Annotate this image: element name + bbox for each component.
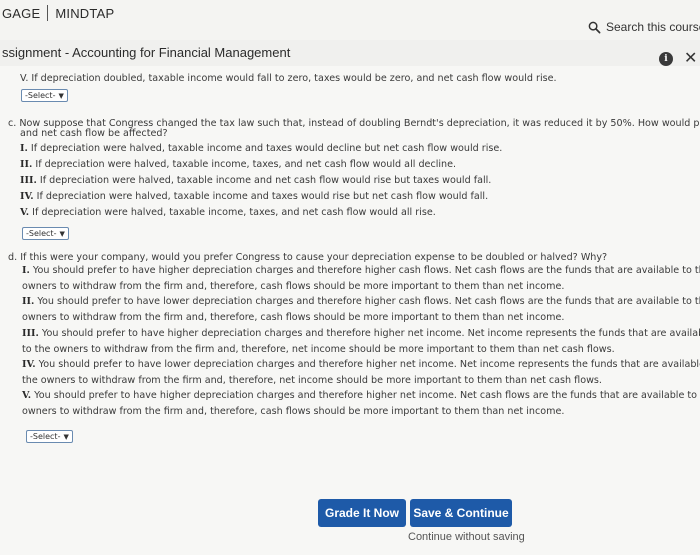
part-d-option-cont: owners to withdraw from the firm and, th… (22, 312, 565, 323)
part-d-question: d. If this were your company, would you … (8, 252, 608, 263)
search-label: Search this course (606, 20, 700, 34)
grade-it-now-button[interactable]: Grade It Now (318, 499, 406, 527)
brand-left: GAGE (2, 5, 41, 21)
brand-right: MINDTAP (55, 5, 115, 21)
part-c-option: II. If depreciation were halved, taxable… (20, 159, 457, 170)
part-d-option-cont: owners to withdraw from the firm and, th… (22, 406, 565, 417)
close-icon[interactable]: ✕ (684, 48, 697, 67)
part-d-option-cont: owners to withdraw from the firm and, th… (22, 281, 565, 292)
search-course[interactable]: Search this course (588, 20, 700, 34)
chevron-down-icon: ▼ (58, 91, 64, 100)
part-c-question-line-2: and net cash flow be affected? (20, 128, 168, 139)
top-bar: GAGE MINDTAP Search this course (0, 0, 700, 40)
brand-separator (47, 5, 49, 21)
brand-logo[interactable]: GAGE MINDTAP (2, 5, 114, 21)
chevron-down-icon: ▼ (63, 432, 69, 441)
part-c-option: III. If depreciation were halved, taxabl… (20, 175, 492, 186)
part-d-option: V. You should prefer to have higher depr… (22, 390, 700, 401)
part-c-select[interactable]: -Select- ▼ (22, 227, 69, 240)
save-continue-button[interactable]: Save & Continue (410, 499, 512, 527)
part-c-option: I. If depreciation were halved, taxable … (20, 143, 503, 154)
part-d-select[interactable]: -Select- ▼ (26, 430, 73, 443)
info-icon[interactable]: i (659, 52, 673, 66)
part-b-option-v: V. If depreciation doubled, taxable inco… (20, 73, 557, 84)
part-d-option: IV. You should prefer to have lower depr… (22, 359, 700, 370)
part-d-option: III. You should prefer to have higher de… (22, 328, 700, 339)
chevron-down-icon: ▼ (59, 229, 65, 238)
assignment-header: ssignment - Accounting for Financial Man… (0, 44, 700, 67)
continue-without-saving-link[interactable]: Continue without saving (408, 531, 525, 543)
part-b-select[interactable]: -Select- ▼ (21, 89, 68, 102)
question-content: V. If depreciation doubled, taxable inco… (0, 66, 700, 555)
part-c-option: V. If depreciation were halved, taxable … (20, 207, 436, 218)
part-c-option: IV. If depreciation were halved, taxable… (20, 191, 489, 202)
part-d-option: I. You should prefer to have higher depr… (22, 265, 700, 276)
assignment-title: ssignment - Accounting for Financial Man… (2, 45, 291, 60)
part-d-option-cont: the owners to withdraw from the firm and… (22, 375, 602, 386)
part-d-option-cont: to the owners to withdraw from the firm … (22, 344, 615, 355)
search-icon (588, 21, 601, 33)
part-d-option: II. You should prefer to have lower depr… (22, 296, 700, 307)
